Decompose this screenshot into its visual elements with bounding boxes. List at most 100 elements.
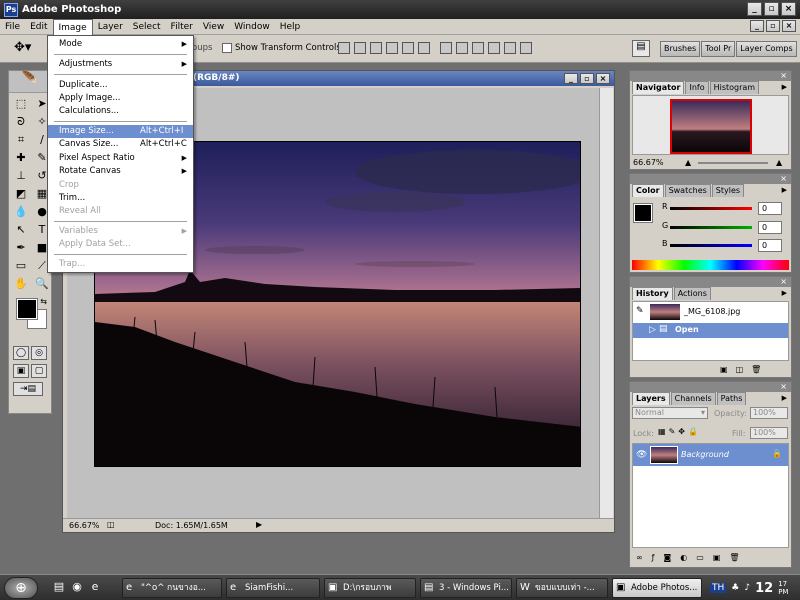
menu-item-pixel-aspect-ratio[interactable]: Pixel Aspect Ratio ▶ [48,152,193,165]
restore-button[interactable]: ▫ [764,2,779,16]
tab-history[interactable]: History [632,287,673,300]
panel-close-icon[interactable]: × [780,174,787,183]
layer-style-icon[interactable]: ƒ [652,553,655,562]
eye-icon[interactable]: 👁 [636,450,647,460]
align-top-icon[interactable] [338,42,350,54]
standard-mode-icon[interactable]: ◯ [13,346,29,360]
doc-window-close-button[interactable]: × [596,73,610,84]
fill-field[interactable]: 100% [750,427,788,439]
panel-close-icon[interactable]: × [780,277,787,286]
doc-restore-button[interactable]: ▫ [766,20,780,32]
task-item-1[interactable]: e "^o^ กนขางอ... [122,578,222,598]
tab-histogram[interactable]: Histogram [709,81,760,94]
status-menu-icon[interactable]: ◫ [107,520,115,529]
zoom-slider[interactable] [698,162,768,164]
panel-menu-icon[interactable]: ▶ [782,289,787,297]
menu-item-adjustments[interactable]: Adjustments ▶ [48,58,193,71]
link-layers-icon[interactable]: ∞ [636,553,643,562]
eraser-tool-icon[interactable]: ◩ [11,185,31,202]
align-bottom-icon[interactable] [370,42,382,54]
panel-title-bar[interactable]: × [630,174,791,184]
menu-help[interactable]: Help [275,19,306,35]
menu-item-rotate-canvas[interactable]: Rotate Canvas ▶ [48,165,193,178]
tab-channels[interactable]: Channels [670,392,716,405]
healing-brush-icon[interactable]: ✚ [11,149,31,166]
menu-item-duplicate[interactable]: Duplicate... [48,79,193,92]
doc-minimize-button[interactable]: _ [750,20,764,32]
tab-styles[interactable]: Styles [711,184,745,197]
foreground-color-swatch[interactable] [16,298,38,320]
start-button[interactable]: ⊕ [4,577,38,599]
color-ramp[interactable] [632,260,789,270]
zoom-out-icon[interactable]: ▲ [685,158,691,167]
doc-window-minimize-button[interactable]: _ [564,73,578,84]
layer-mask-icon[interactable]: ◙ [664,553,672,562]
distribute-vcenter-icon[interactable] [456,42,468,54]
tray-icon-1[interactable]: ♣ [731,583,739,593]
blur-tool-icon[interactable]: 💧 [11,203,31,220]
menu-file[interactable]: File [0,19,25,35]
lock-image-icon[interactable]: ✎ [669,427,676,436]
layer-row-background[interactable]: 👁 Background 🔒 [633,444,788,466]
panel-menu-icon[interactable]: ▶ [782,394,787,402]
lock-all-icon[interactable]: 🔒 [688,427,698,436]
distribute-top-icon[interactable] [440,42,452,54]
color-fg-swatch[interactable] [633,203,653,223]
hand-tool-icon[interactable]: ✋ [11,275,31,292]
path-select-icon[interactable]: ↖ [11,221,31,238]
show-transform-checkbox[interactable] [222,43,232,53]
distribute-right-icon[interactable] [520,42,532,54]
distribute-left-icon[interactable] [488,42,500,54]
clone-stamp-icon[interactable]: ⊥ [11,167,31,184]
feather-icon[interactable]: 🪶 [9,71,51,93]
align-right-icon[interactable] [418,42,430,54]
vertical-scrollbar[interactable] [599,88,613,518]
marquee-tool-icon[interactable]: ⬚ [11,95,31,112]
new-layer-icon[interactable]: ▣ [713,553,721,562]
file-browser-icon[interactable]: ▤ [632,40,650,57]
menu-view[interactable]: View [198,19,229,35]
swap-colors-icon[interactable]: ⇆ [40,297,47,306]
panel-title-bar[interactable]: × [630,277,791,287]
status-arrow-icon[interactable]: ▶ [256,520,262,529]
clock-hour[interactable]: 12 [755,581,773,596]
blend-mode-select[interactable]: Normal ▾ [632,407,708,419]
menu-item-calculations[interactable]: Calculations... [48,105,193,118]
quickmask-mode-icon[interactable]: ◎ [31,346,47,360]
lasso-tool-icon[interactable]: ᘐ [11,113,31,130]
tab-layers[interactable]: Layers [632,392,670,405]
menu-select[interactable]: Select [128,19,166,35]
history-snapshot-row[interactable]: ✎ _MG_6108.jpg [633,303,788,321]
navigator-zoom[interactable]: 66.67% [633,158,664,167]
menu-edit[interactable]: Edit [25,19,52,35]
trash-icon[interactable]: 🗑 [751,365,761,374]
doc-window-maximize-button[interactable]: ▫ [580,73,594,84]
menu-item-apply-image[interactable]: Apply Image... [48,92,193,105]
snapshot-brush-icon[interactable]: ✎ [636,306,644,316]
new-snapshot-icon[interactable]: ◫ [736,365,744,374]
g-slider-track[interactable] [670,226,752,229]
pen-tool-icon[interactable]: ✒ [11,239,31,256]
b-value-field[interactable]: 0 [758,239,782,252]
tab-actions[interactable]: Actions [673,287,711,300]
distribute-bottom-icon[interactable] [472,42,484,54]
well-tab-tool-presets[interactable]: Tool Pr [701,41,736,57]
well-tab-brushes[interactable]: Brushes [660,41,701,57]
firefox-icon[interactable]: ◉ [70,580,84,594]
tab-paths[interactable]: Paths [716,392,747,405]
language-indicator[interactable]: TH [710,583,727,593]
imageready-icon[interactable]: ⇥▤ [13,382,43,396]
crop-tool-icon[interactable]: ⌗ [11,131,31,148]
task-item-photoshop[interactable]: ▣ Adobe Photos... [612,578,702,598]
g-value-field[interactable]: 0 [758,221,782,234]
menu-item-trim[interactable]: Trim... [48,192,193,205]
adjustment-layer-icon[interactable]: ◐ [680,553,687,562]
ie-icon[interactable]: e [88,580,102,594]
task-item-4[interactable]: ▤ 3 - Windows Pi... [420,578,512,598]
close-button[interactable]: × [781,2,796,16]
align-left-icon[interactable] [386,42,398,54]
menu-filter[interactable]: Filter [166,19,198,35]
tab-navigator[interactable]: Navigator [632,81,685,94]
well-tab-layer-comps[interactable]: Layer Comps [736,41,797,57]
menu-layer[interactable]: Layer [93,19,128,35]
